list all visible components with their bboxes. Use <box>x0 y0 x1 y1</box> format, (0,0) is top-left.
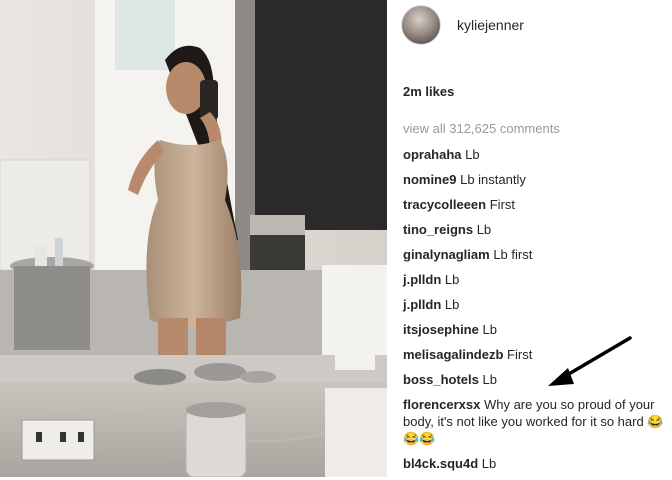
comment-text: Lb <box>482 322 497 337</box>
comments-panel: kyliejenner 2m likes view all 312,625 co… <box>387 0 672 477</box>
comment-item: nomine9 Lb instantly <box>403 171 665 188</box>
comment-text: Lb <box>476 222 492 237</box>
post-username[interactable]: kyliejenner <box>457 17 524 33</box>
comment-username[interactable]: boss_hotels <box>403 372 479 387</box>
post-header: kyliejenner <box>401 5 524 45</box>
comment-item-highlighted: florencerxsx Why are you so proud of you… <box>403 396 665 447</box>
comment-text: Lb <box>444 297 460 312</box>
comment-text: Lb <box>444 272 460 287</box>
comment-text: Lb instantly <box>460 172 526 187</box>
view-all-comments-link[interactable]: view all 312,625 comments <box>403 121 560 136</box>
comment-item: j.plldn Lb <box>403 271 665 288</box>
comment-username[interactable]: bl4ck.squ4d <box>403 456 478 471</box>
comment-text: Lb first <box>493 247 533 262</box>
comment-username[interactable]: oprahaha <box>403 147 462 162</box>
comment-text: First <box>489 197 516 212</box>
comment-username[interactable]: itsjosephine <box>403 322 479 337</box>
comment-item: bl4ck.squ4d Lb <box>403 455 665 472</box>
comment-list: oprahaha Lb nomine9 Lb instantly tracyco… <box>403 146 665 480</box>
comment-username[interactable]: tino_reigns <box>403 222 473 237</box>
comment-username[interactable]: florencerxsx <box>403 397 480 412</box>
comment-username[interactable]: tracycolleeen <box>403 197 486 212</box>
comment-item: ginalynagliam Lb first <box>403 246 665 263</box>
likes-count: 2m likes <box>403 84 455 99</box>
comment-username[interactable]: nomine9 <box>403 172 456 187</box>
comment-text: Lb <box>465 147 480 162</box>
arrow-icon <box>548 336 632 386</box>
comment-username[interactable]: melisagalindezb <box>403 347 503 362</box>
mirror-selfie-image <box>0 0 387 477</box>
comment-username[interactable]: j.plldn <box>403 272 441 287</box>
comment-item: tino_reigns Lb <box>403 221 665 238</box>
comment-text: Lb <box>482 372 497 387</box>
comment-text: First <box>507 347 533 362</box>
post-photo <box>0 0 387 477</box>
comment-item: oprahaha Lb <box>403 146 665 163</box>
avatar[interactable] <box>401 5 441 45</box>
comment-item: tracycolleeen First <box>403 196 665 213</box>
comment-text: Lb <box>481 456 497 471</box>
comment-username[interactable]: j.plldn <box>403 297 441 312</box>
comment-username[interactable]: ginalynagliam <box>403 247 490 262</box>
comment-item: j.plldn Lb <box>403 296 665 313</box>
